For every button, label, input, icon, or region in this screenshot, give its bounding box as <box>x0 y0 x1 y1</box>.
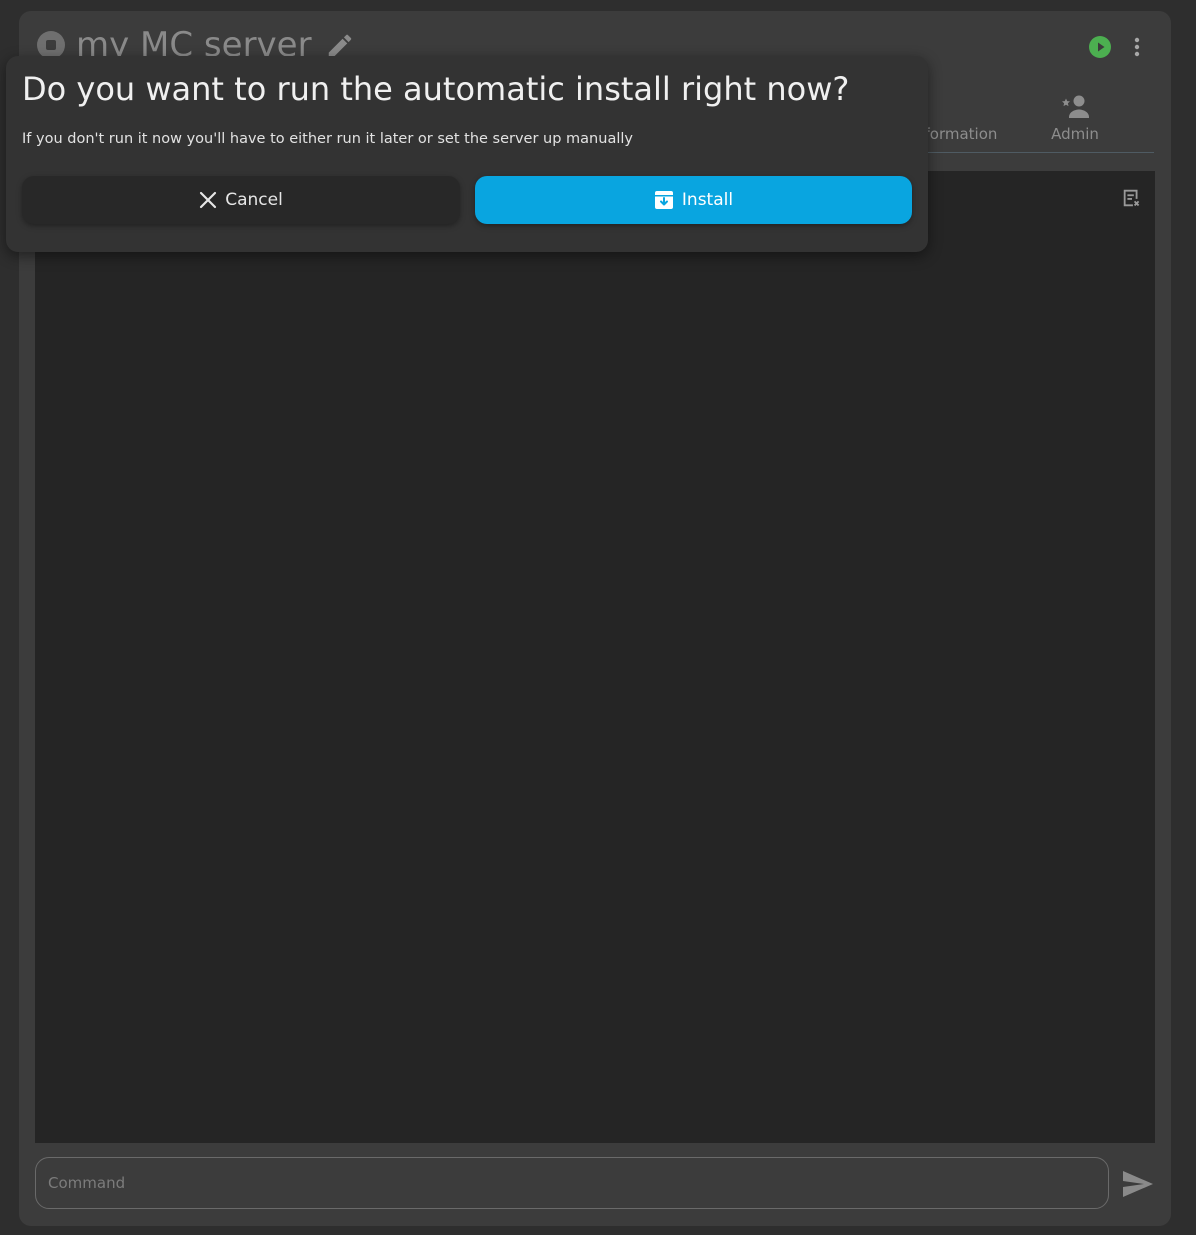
close-icon <box>200 191 217 209</box>
tab-admin[interactable]: Admin <box>1029 91 1121 151</box>
install-dialog: Do you want to run the automatic install… <box>6 56 928 252</box>
account-star-icon <box>1062 95 1089 118</box>
dialog-text: If you don't run it now you'll have to e… <box>22 131 633 147</box>
tabs-divider <box>899 152 1154 153</box>
install-button-label: Install <box>681 190 734 210</box>
cancel-button-label: Cancel <box>225 190 283 210</box>
cancel-button[interactable]: Cancel <box>22 176 460 224</box>
console-output[interactable] <box>35 171 1155 1143</box>
tab-admin-label: Admin <box>1051 125 1099 143</box>
play-circle-icon[interactable] <box>1088 35 1112 59</box>
dots-vertical-icon[interactable] <box>1127 35 1147 59</box>
dialog-title: Do you want to run the automatic install… <box>22 70 850 108</box>
archive-arrow-down-icon <box>654 191 673 209</box>
install-button[interactable]: Install <box>475 176 912 224</box>
note-remove-icon[interactable] <box>1121 187 1143 209</box>
command-input[interactable] <box>35 1157 1109 1209</box>
send-icon[interactable] <box>1121 1169 1155 1199</box>
stop-circle-icon <box>37 31 65 59</box>
